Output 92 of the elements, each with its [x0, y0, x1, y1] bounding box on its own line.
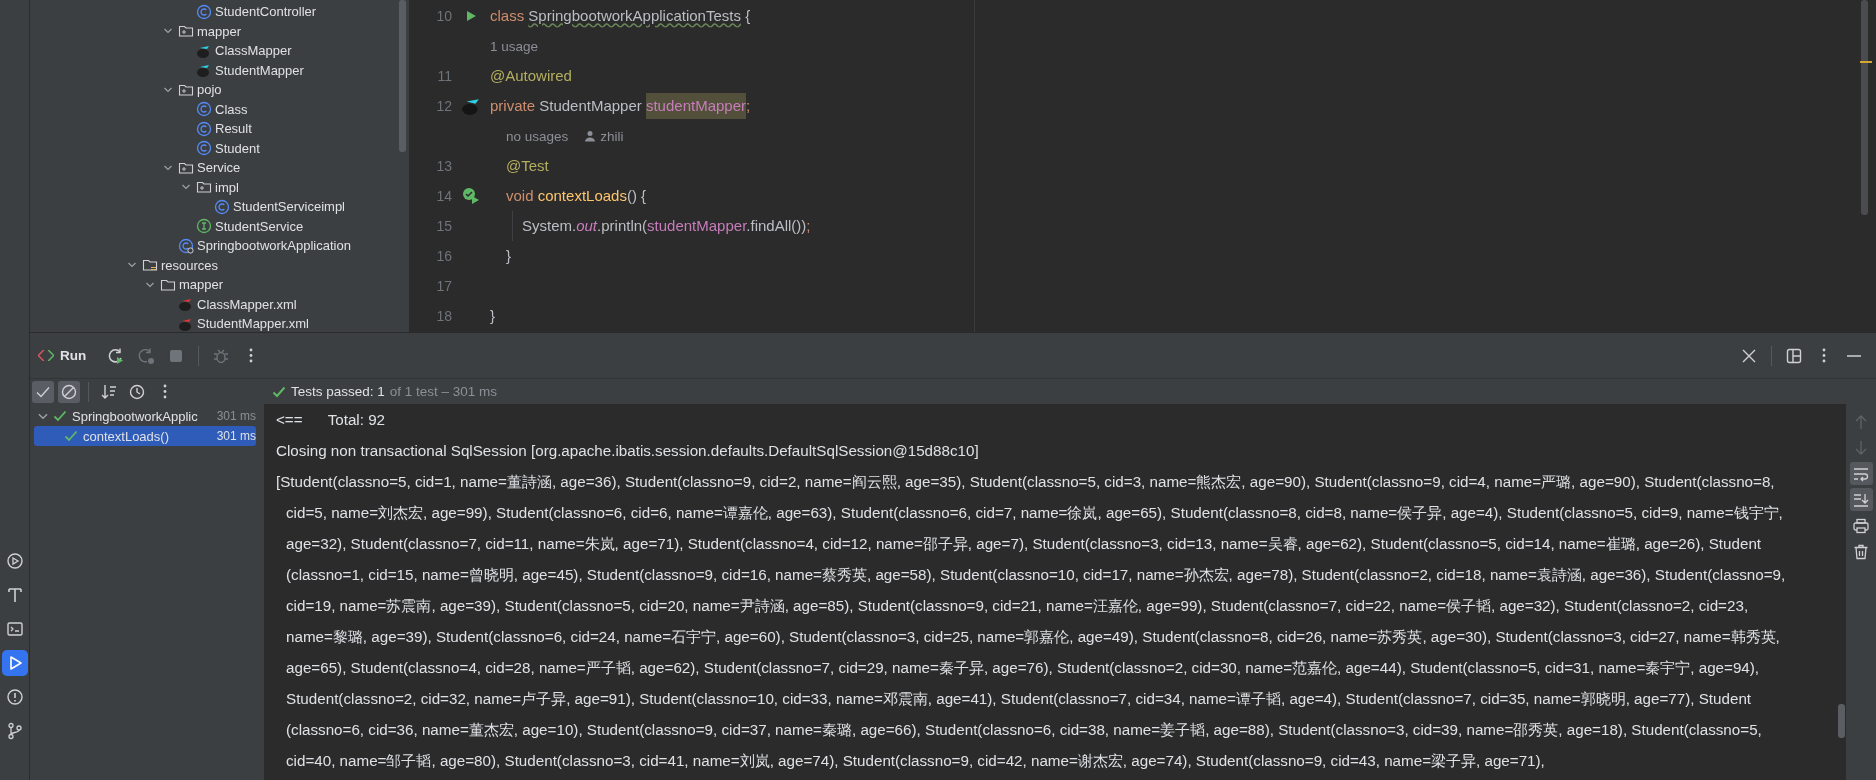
- minimize-icon: [1847, 354, 1861, 357]
- code-line: private StudentMapper studentMapper;: [490, 93, 751, 119]
- scrollbar-thumb[interactable]: [399, 0, 406, 152]
- code-line: }: [506, 246, 511, 266]
- scroll-end-button[interactable]: [1849, 488, 1873, 511]
- tree-item[interactable]: Student: [30, 138, 409, 158]
- ignored-icon: [60, 382, 78, 401]
- line-number: 17: [435, 278, 452, 294]
- tree-item[interactable]: StudentMapper: [30, 60, 409, 80]
- clock-icon: [128, 382, 146, 401]
- class-icon: [196, 120, 212, 137]
- code-line: System.out.println(studentMapper.findAll());: [522, 216, 811, 236]
- test-passed-icon[interactable]: [462, 187, 480, 205]
- console-line: Closing non transactional SqlSession [org.apache.ibatis.session.defaults.DefaultSqlSession@15d88c10]: [276, 441, 980, 461]
- line-number: 15: [435, 218, 452, 234]
- console-line: age=32), Student(classno=7, cid=11, name=朱岚, age=71), Student(classno=4, cid=12, name=邵子异, age=7), Student(classno=3, cid=13, name=吴睿, age=62), Student(classno=5, cid=14, name=崔璐, age=26), Student: [286, 534, 1763, 554]
- line-number: 14: [435, 188, 452, 204]
- tree-item[interactable]: resources: [30, 255, 409, 275]
- code-line: void contextLoads() {: [506, 186, 647, 206]
- package-folder-icon: [178, 23, 194, 40]
- scrollbar-thumb[interactable]: [1861, 0, 1868, 215]
- application-class-icon: [178, 237, 194, 254]
- tests-passed-text: Tests passed: 1: [291, 384, 385, 399]
- console-line: cid=19, name=苏震南, age=39), Student(classno=5, cid=20, name=尹詩涵, age=85), Student(classno=9, cid=21, name=汪嘉伦, age=99), Student(classno=7, cid=22, name=侯子韬, age=32), Student(classno=2, cid=23,: [286, 596, 1750, 616]
- console-line: [Student(classno=5, cid=1, name=董詩涵, age=36), Student(classno=9, cid=2, name=阎云熙, age=35), Student(classno=5, cid=3, name=熊杰宏, age=90), Student(classno=9, cid=4, name=严璐, age=90), Student(classno=8,: [276, 472, 1776, 492]
- code-line: }: [490, 306, 495, 326]
- tree-item[interactable]: StudentService: [30, 216, 409, 236]
- tree-item[interactable]: StudentServiceimpl: [30, 197, 409, 217]
- more-icon: [1822, 348, 1826, 363]
- tree-item[interactable]: ClassMapper.xml: [30, 294, 409, 314]
- line-number: 16: [435, 248, 452, 264]
- console-line: Student(classno=2, cid=32, name=卢子异, age=91), Student(classno=10, cid=33, name=邓震南, age=41), Student(classno=7, cid=34, name=谭子韬, age=4), Student(classno=7, cid=35, name=郭晓明, age=77), Student: [286, 689, 1753, 709]
- run-tab-icon: [38, 350, 54, 361]
- layout-icon: [1785, 346, 1803, 365]
- sort-icon: [100, 382, 118, 401]
- rerun-failed-icon: [137, 346, 156, 365]
- chevron-icon[interactable]: [38, 412, 48, 420]
- more-icon: [249, 348, 254, 363]
- line-number: 18: [435, 308, 452, 324]
- show-ignored-button[interactable]: [58, 380, 80, 403]
- show-passed-button[interactable]: [32, 380, 54, 403]
- person-icon: [584, 130, 597, 142]
- author-hint[interactable]: zhili: [584, 128, 624, 144]
- tree-item[interactable]: Service: [30, 158, 409, 178]
- tree-item[interactable]: mapper: [30, 275, 409, 295]
- tree-item[interactable]: SpringbootworkApplication: [30, 236, 409, 256]
- interface-icon: [196, 218, 212, 235]
- warning-marker[interactable]: [1860, 61, 1872, 63]
- usages-hint[interactable]: 1 usage: [490, 38, 539, 54]
- console-line: age=65), Student(classno=4, cid=28, name=严子韬, age=62), Student(classno=7, cid=29, name=秦子异, age=76), Student(classno=2, cid=30, name=范嘉伦, age=44), Student(classno=5, cid=31, name=秦宇宁, age=94),: [286, 658, 1761, 678]
- tree-item[interactable]: Class: [30, 99, 409, 119]
- console-line: (classno=1, cid=15, name=曾晓明, age=45), Student(classno=9, cid=16, name=蔡秀英, age=58), Student(classno=10, cid=17, name=孙杰宏, age=78), Student(classno=2, cid=18, name=袁詩涵, age=36), Student(classno=9,: [286, 565, 1787, 585]
- line-number: 13: [435, 158, 452, 174]
- line-number: 11: [436, 68, 452, 84]
- class-icon: [196, 3, 212, 20]
- test-item[interactable]: contextLoads() 301 ms: [34, 426, 256, 446]
- bird-icon[interactable]: [461, 96, 481, 116]
- tree-item[interactable]: StudentController: [30, 2, 409, 22]
- code-line: @Autowired: [490, 66, 572, 86]
- class-icon: [196, 101, 212, 118]
- tree-item[interactable]: mapper: [30, 21, 409, 41]
- console-line: <== Total: 92: [276, 410, 387, 430]
- tests-summary-text: of 1 test – 301 ms: [389, 384, 498, 399]
- package-folder-icon: [196, 179, 212, 196]
- tree-item[interactable]: ClassMapper: [30, 41, 409, 61]
- usages-hint[interactable]: no usages: [506, 128, 569, 144]
- test-item[interactable]: SpringbootworkApplic 301 ms: [30, 406, 256, 426]
- code-line: @Test: [506, 156, 549, 176]
- run-tab[interactable]: Run: [38, 348, 87, 363]
- printer-icon: [1852, 516, 1870, 535]
- tree-item[interactable]: StudentMapper.xml: [30, 314, 409, 332]
- console-line: (classno=6, cid=36, name=董杰宏, age=10), Student(classno=9, cid=37, name=秦璐, age=66), Student(classno=6, cid=38, name=姜子韬, age=88), Student(classno=3, cid=39, name=邵秀英, age=18), Student(classno=5,: [286, 720, 1763, 740]
- wrap-button[interactable]: [1849, 462, 1873, 485]
- class-icon: [196, 140, 212, 157]
- resources-folder-icon: [142, 257, 158, 274]
- scrollbar-thumb[interactable]: [1838, 704, 1845, 738]
- console-line: cid=40, name=邹子韬, age=80), Student(classno=3, cid=41, name=刘岚, age=74), Student(classno=9, cid=42, name=谢杰宏, age=74), Student(classno=9, cid=43, name=梁子异, age=71),: [286, 751, 1546, 771]
- line-number: 10: [435, 8, 452, 24]
- tree-item[interactable]: impl: [30, 177, 409, 197]
- bird-icon: [196, 62, 212, 79]
- more-icon: [163, 384, 167, 399]
- console-line: cid=5, name=刘杰宏, age=99), Student(classno=6, cid=6, name=谭嘉伦, age=63), Student(classno=6, cid=7, name=徐岚, age=65), Student(classno=8, cid=8, name=侯子异, age=4), Student(classno=5, cid=9, name=钱宇宁,: [286, 503, 1784, 523]
- console-line: name=黎璐, age=39), Student(classno=6, cid=24, name=石宇宁, age=60), Student(classno=3, cid=25, name=郭嘉伦, age=49), Student(classno=8, cid=26, name=苏秀英, age=30), Student(classno=3, cid=27, name=韩秀英,: [286, 627, 1781, 647]
- line-number: 12: [435, 98, 452, 114]
- tree-item[interactable]: Result: [30, 119, 409, 139]
- tree-item[interactable]: pojo: [30, 80, 409, 100]
- code-line: class SpringbootworkApplicationTests {: [490, 6, 751, 26]
- check-icon: [272, 384, 286, 399]
- bird-icon: [178, 296, 194, 313]
- trash-icon: [1852, 542, 1870, 561]
- class-icon: [214, 198, 230, 215]
- rerun-icon: [107, 346, 126, 365]
